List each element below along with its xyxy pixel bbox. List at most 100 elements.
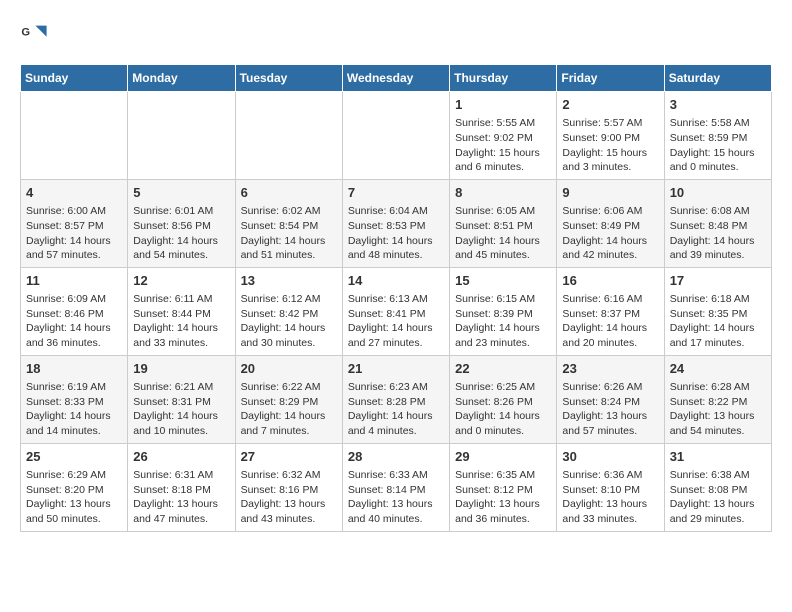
calendar-week-row: 4 Sunrise: 6:00 AM Sunset: 8:57 PM Daylig… — [21, 179, 772, 267]
calendar-week-row: 11Sunrise: 6:09 AM Sunset: 8:46 PM Dayli… — [21, 267, 772, 355]
calendar-cell: 7 Sunrise: 6:04 AM Sunset: 8:53 PM Daylig… — [342, 179, 449, 267]
day-info: Sunrise: 6:12 AM Sunset: 8:42 PM Dayligh… — [241, 292, 337, 351]
weekday-header-wednesday: Wednesday — [342, 65, 449, 92]
day-number: 24 — [670, 360, 766, 378]
calendar-cell: 13 Sunrise: 6:12 AM Sunset: 8:42 PM Dayli… — [235, 267, 342, 355]
day-info: Sunrise: 6:21 AM Sunset: 8:31 PM Dayligh… — [133, 380, 229, 439]
calendar-cell: 1 Sunrise: 5:55 AM Sunset: 9:02 PM Daylig… — [450, 92, 557, 180]
day-info: Sunrise: 6:15 AM Sunset: 8:39 PM Dayligh… — [455, 292, 551, 351]
day-number: 29 — [455, 448, 551, 466]
day-info: Sunrise: 6:33 AM Sunset: 8:14 PM Dayligh… — [348, 468, 444, 527]
day-info: Sunrise: 6:36 AM Sunset: 8:10 PM Dayligh… — [562, 468, 658, 527]
day-number: 13 — [241, 272, 337, 290]
calendar-cell: 8Sunrise: 6:05 AM Sunset: 8:51 PM Daylig… — [450, 179, 557, 267]
day-info: Sunrise: 6:01 AM Sunset: 8:56 PM Dayligh… — [133, 204, 229, 263]
day-number: 4 — [26, 184, 122, 202]
weekday-header-row: SundayMondayTuesdayWednesdayThursdayFrid… — [21, 65, 772, 92]
page-header: G — [20, 20, 772, 48]
logo: G — [20, 20, 52, 48]
day-number: 20 — [241, 360, 337, 378]
day-info: Sunrise: 6:08 AM Sunset: 8:48 PM Dayligh… — [670, 204, 766, 263]
calendar-cell — [235, 92, 342, 180]
day-info: Sunrise: 6:16 AM Sunset: 8:37 PM Dayligh… — [562, 292, 658, 351]
calendar-table: SundayMondayTuesdayWednesdayThursdayFrid… — [20, 64, 772, 532]
day-info: Sunrise: 6:06 AM Sunset: 8:49 PM Dayligh… — [562, 204, 658, 263]
calendar-cell: 24 Sunrise: 6:28 AM Sunset: 8:22 PM Dayli… — [664, 355, 771, 443]
day-number: 7 — [348, 184, 444, 202]
calendar-cell: 18 Sunrise: 6:19 AM Sunset: 8:33 PM Dayli… — [21, 355, 128, 443]
calendar-cell: 23Sunrise: 6:26 AM Sunset: 8:24 PM Dayli… — [557, 355, 664, 443]
day-number: 30 — [562, 448, 658, 466]
day-number: 10 — [670, 184, 766, 202]
day-number: 21 — [348, 360, 444, 378]
calendar-cell: 17 Sunrise: 6:18 AM Sunset: 8:35 PM Dayli… — [664, 267, 771, 355]
calendar-cell: 31 Sunrise: 6:38 AM Sunset: 8:08 PM Dayli… — [664, 443, 771, 531]
weekday-header-friday: Friday — [557, 65, 664, 92]
day-number: 25 — [26, 448, 122, 466]
day-info: Sunrise: 6:18 AM Sunset: 8:35 PM Dayligh… — [670, 292, 766, 351]
day-info: Sunrise: 6:04 AM Sunset: 8:53 PM Dayligh… — [348, 204, 444, 263]
day-number: 17 — [670, 272, 766, 290]
calendar-cell: 16 Sunrise: 6:16 AM Sunset: 8:37 PM Dayli… — [557, 267, 664, 355]
calendar-cell — [342, 92, 449, 180]
calendar-cell: 19Sunrise: 6:21 AM Sunset: 8:31 PM Dayli… — [128, 355, 235, 443]
day-number: 16 — [562, 272, 658, 290]
day-info: Sunrise: 6:19 AM Sunset: 8:33 PM Dayligh… — [26, 380, 122, 439]
weekday-header-thursday: Thursday — [450, 65, 557, 92]
day-info: Sunrise: 6:13 AM Sunset: 8:41 PM Dayligh… — [348, 292, 444, 351]
calendar-cell: 25 Sunrise: 6:29 AM Sunset: 8:20 PM Dayli… — [21, 443, 128, 531]
day-number: 26 — [133, 448, 229, 466]
day-number: 12 — [133, 272, 229, 290]
day-number: 5 — [133, 184, 229, 202]
day-info: Sunrise: 6:00 AM Sunset: 8:57 PM Dayligh… — [26, 204, 122, 263]
calendar-cell: 2Sunrise: 5:57 AM Sunset: 9:00 PM Daylig… — [557, 92, 664, 180]
calendar-cell: 22Sunrise: 6:25 AM Sunset: 8:26 PM Dayli… — [450, 355, 557, 443]
day-number: 2 — [562, 96, 658, 114]
calendar-cell — [21, 92, 128, 180]
day-number: 18 — [26, 360, 122, 378]
calendar-cell: 30 Sunrise: 6:36 AM Sunset: 8:10 PM Dayli… — [557, 443, 664, 531]
day-info: Sunrise: 5:58 AM Sunset: 8:59 PM Dayligh… — [670, 116, 766, 175]
calendar-cell: 27 Sunrise: 6:32 AM Sunset: 8:16 PM Dayli… — [235, 443, 342, 531]
calendar-cell: 29 Sunrise: 6:35 AM Sunset: 8:12 PM Dayli… — [450, 443, 557, 531]
day-number: 31 — [670, 448, 766, 466]
day-info: Sunrise: 5:55 AM Sunset: 9:02 PM Dayligh… — [455, 116, 551, 175]
calendar-cell: 3 Sunrise: 5:58 AM Sunset: 8:59 PM Daylig… — [664, 92, 771, 180]
day-number: 1 — [455, 96, 551, 114]
day-info: Sunrise: 6:32 AM Sunset: 8:16 PM Dayligh… — [241, 468, 337, 527]
day-info: Sunrise: 6:25 AM Sunset: 8:26 PM Dayligh… — [455, 380, 551, 439]
weekday-header-sunday: Sunday — [21, 65, 128, 92]
calendar-week-row: 25 Sunrise: 6:29 AM Sunset: 8:20 PM Dayli… — [21, 443, 772, 531]
calendar-cell: 11Sunrise: 6:09 AM Sunset: 8:46 PM Dayli… — [21, 267, 128, 355]
day-info: Sunrise: 6:35 AM Sunset: 8:12 PM Dayligh… — [455, 468, 551, 527]
calendar-cell: 5 Sunrise: 6:01 AM Sunset: 8:56 PM Daylig… — [128, 179, 235, 267]
calendar-cell: 21 Sunrise: 6:23 AM Sunset: 8:28 PM Dayli… — [342, 355, 449, 443]
calendar-cell: 15 Sunrise: 6:15 AM Sunset: 8:39 PM Dayli… — [450, 267, 557, 355]
calendar-week-row: 18 Sunrise: 6:19 AM Sunset: 8:33 PM Dayli… — [21, 355, 772, 443]
calendar-cell: 14Sunrise: 6:13 AM Sunset: 8:41 PM Dayli… — [342, 267, 449, 355]
day-number: 3 — [670, 96, 766, 114]
day-number: 8 — [455, 184, 551, 202]
day-info: Sunrise: 6:11 AM Sunset: 8:44 PM Dayligh… — [133, 292, 229, 351]
day-number: 23 — [562, 360, 658, 378]
calendar-cell: 12 Sunrise: 6:11 AM Sunset: 8:44 PM Dayli… — [128, 267, 235, 355]
calendar-cell: 9Sunrise: 6:06 AM Sunset: 8:49 PM Daylig… — [557, 179, 664, 267]
day-info: Sunrise: 6:28 AM Sunset: 8:22 PM Dayligh… — [670, 380, 766, 439]
calendar-cell: 28Sunrise: 6:33 AM Sunset: 8:14 PM Dayli… — [342, 443, 449, 531]
calendar-week-row: 1 Sunrise: 5:55 AM Sunset: 9:02 PM Daylig… — [21, 92, 772, 180]
weekday-header-monday: Monday — [128, 65, 235, 92]
day-info: Sunrise: 6:23 AM Sunset: 8:28 PM Dayligh… — [348, 380, 444, 439]
logo-icon: G — [20, 20, 48, 48]
day-number: 27 — [241, 448, 337, 466]
day-info: Sunrise: 6:31 AM Sunset: 8:18 PM Dayligh… — [133, 468, 229, 527]
day-info: Sunrise: 6:38 AM Sunset: 8:08 PM Dayligh… — [670, 468, 766, 527]
weekday-header-saturday: Saturday — [664, 65, 771, 92]
weekday-header-tuesday: Tuesday — [235, 65, 342, 92]
day-info: Sunrise: 6:09 AM Sunset: 8:46 PM Dayligh… — [26, 292, 122, 351]
day-info: Sunrise: 6:02 AM Sunset: 8:54 PM Dayligh… — [241, 204, 337, 263]
calendar-cell: 6 Sunrise: 6:02 AM Sunset: 8:54 PM Daylig… — [235, 179, 342, 267]
day-info: Sunrise: 6:29 AM Sunset: 8:20 PM Dayligh… — [26, 468, 122, 527]
calendar-cell: 4 Sunrise: 6:00 AM Sunset: 8:57 PM Daylig… — [21, 179, 128, 267]
day-number: 6 — [241, 184, 337, 202]
day-number: 15 — [455, 272, 551, 290]
